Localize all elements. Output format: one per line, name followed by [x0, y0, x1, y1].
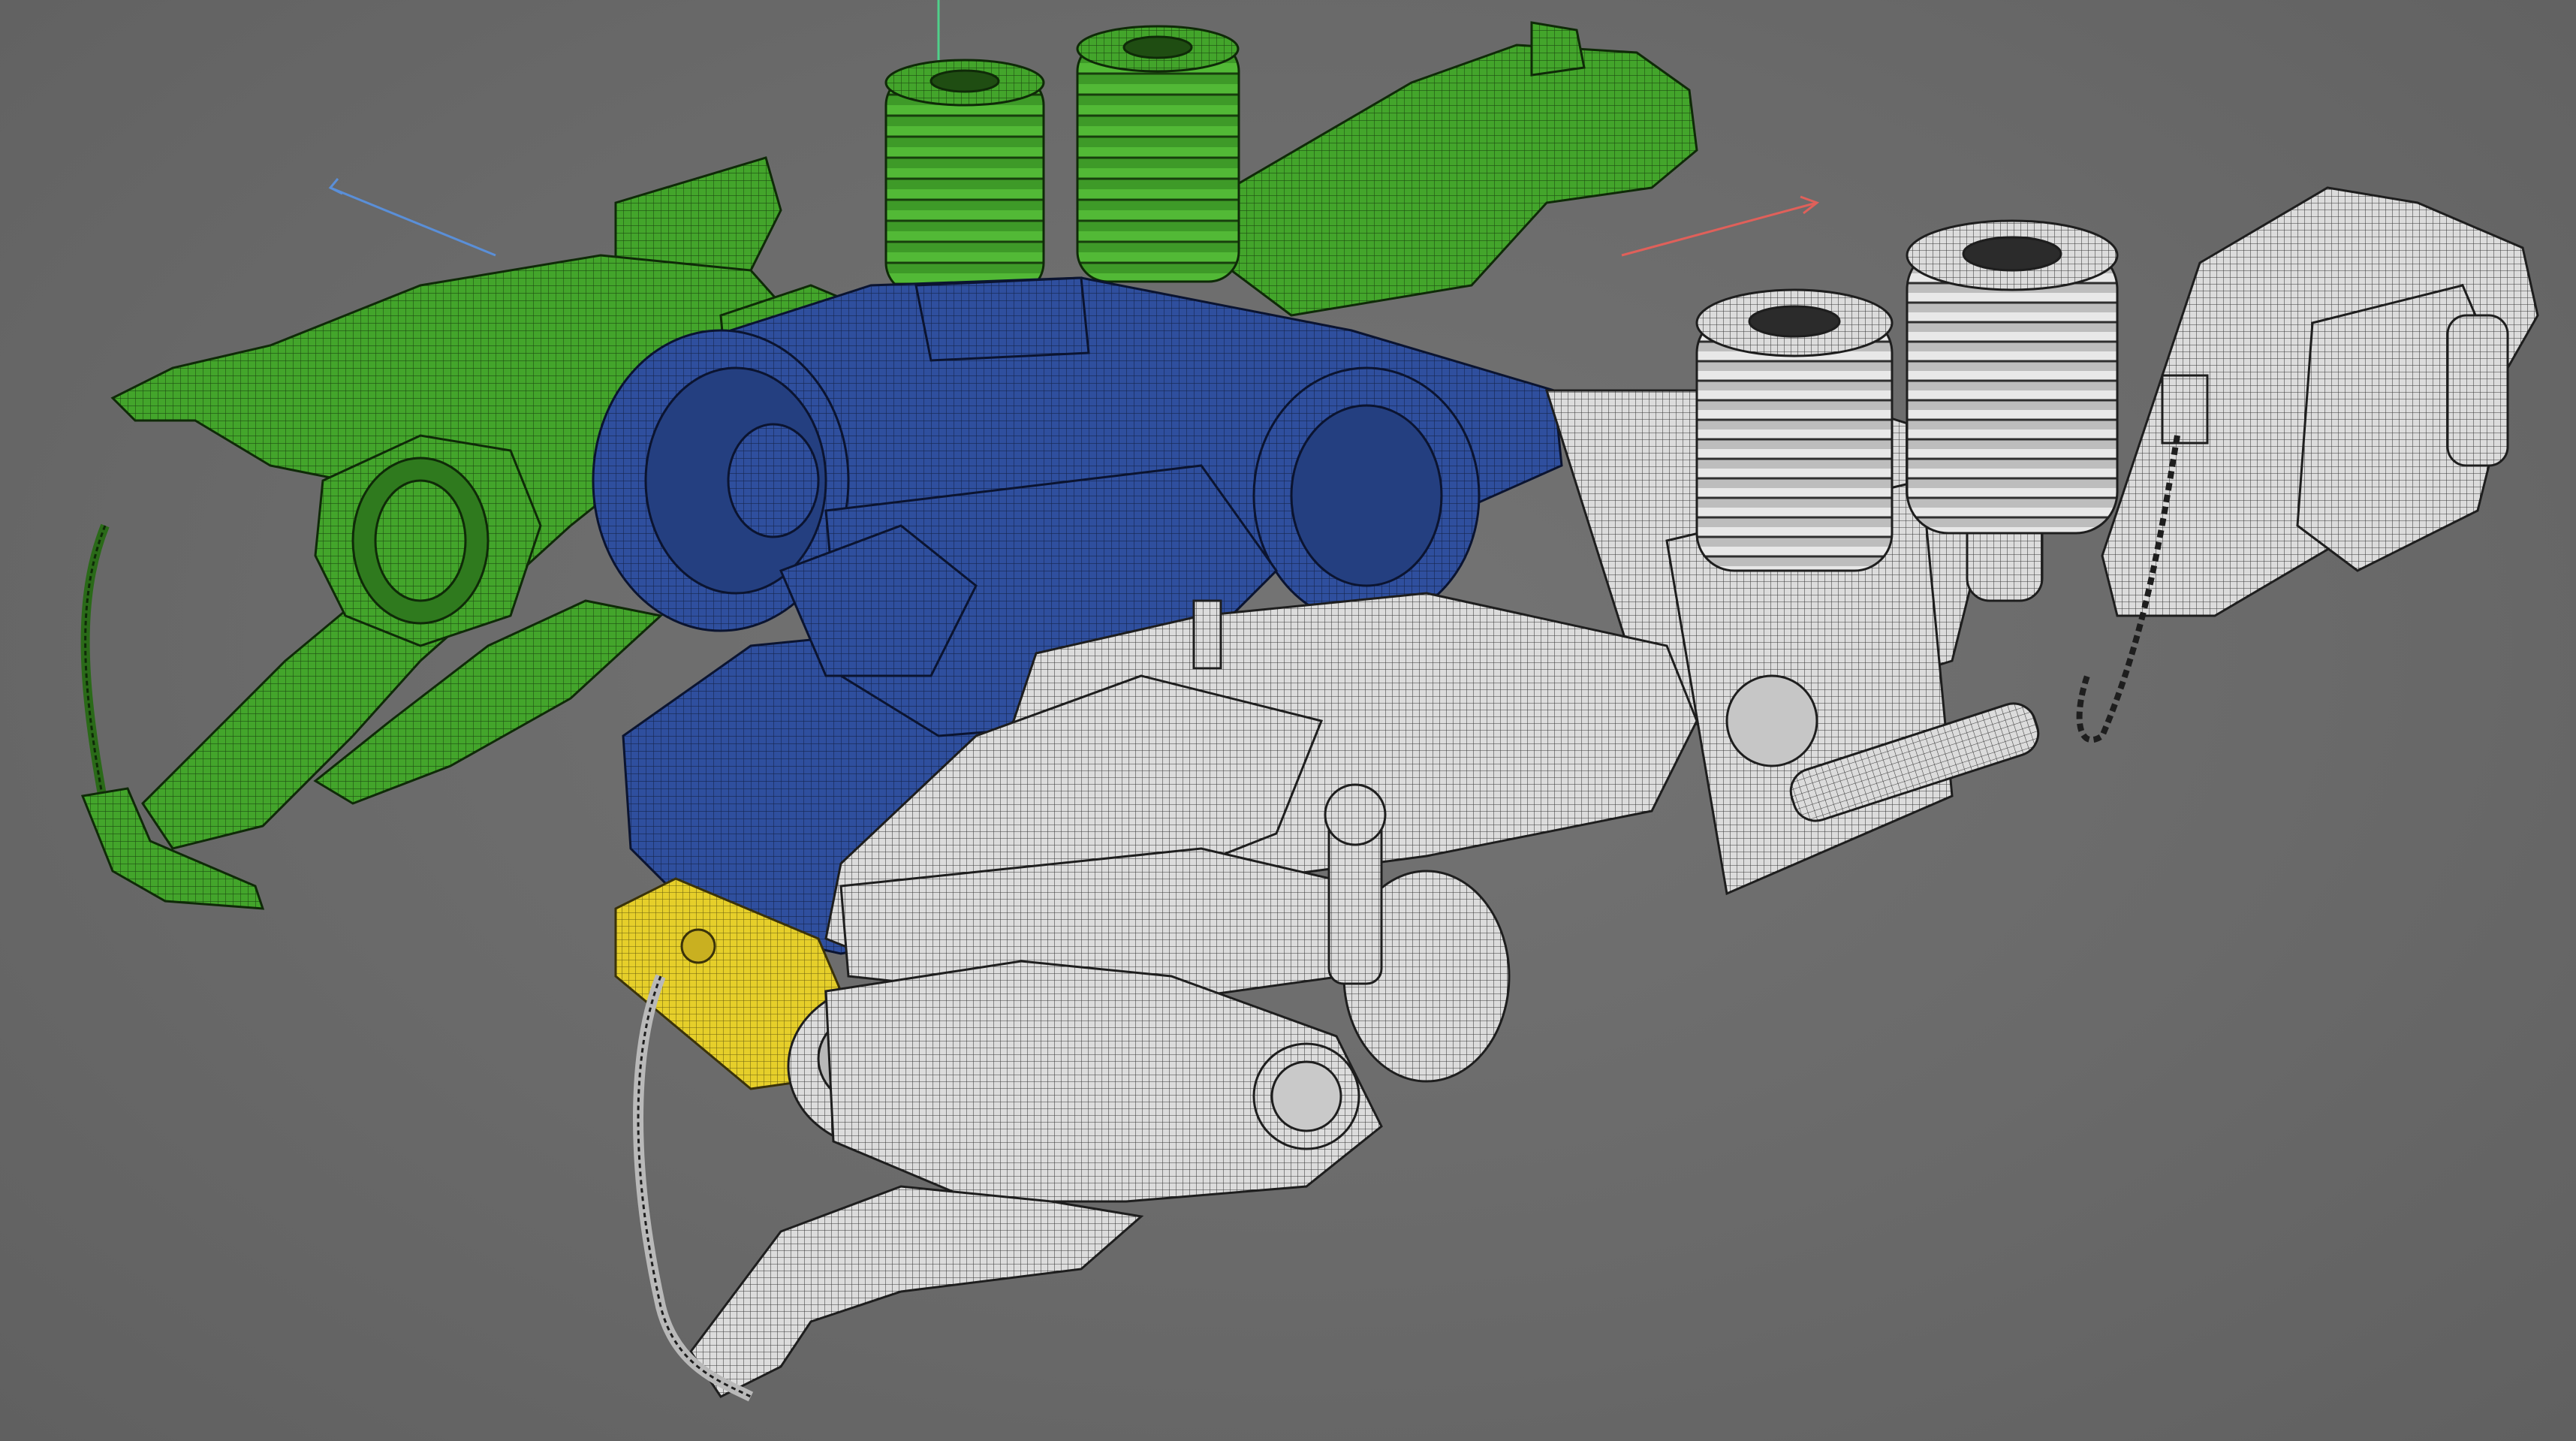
rear-coil-springs[interactable]: [884, 25, 1240, 294]
z-axis-line: [330, 186, 496, 257]
bogie-wireframe-model[interactable]: [0, 0, 2576, 1441]
x-axis-line: [1621, 201, 1818, 257]
3d-viewport[interactable]: [0, 0, 2576, 1441]
